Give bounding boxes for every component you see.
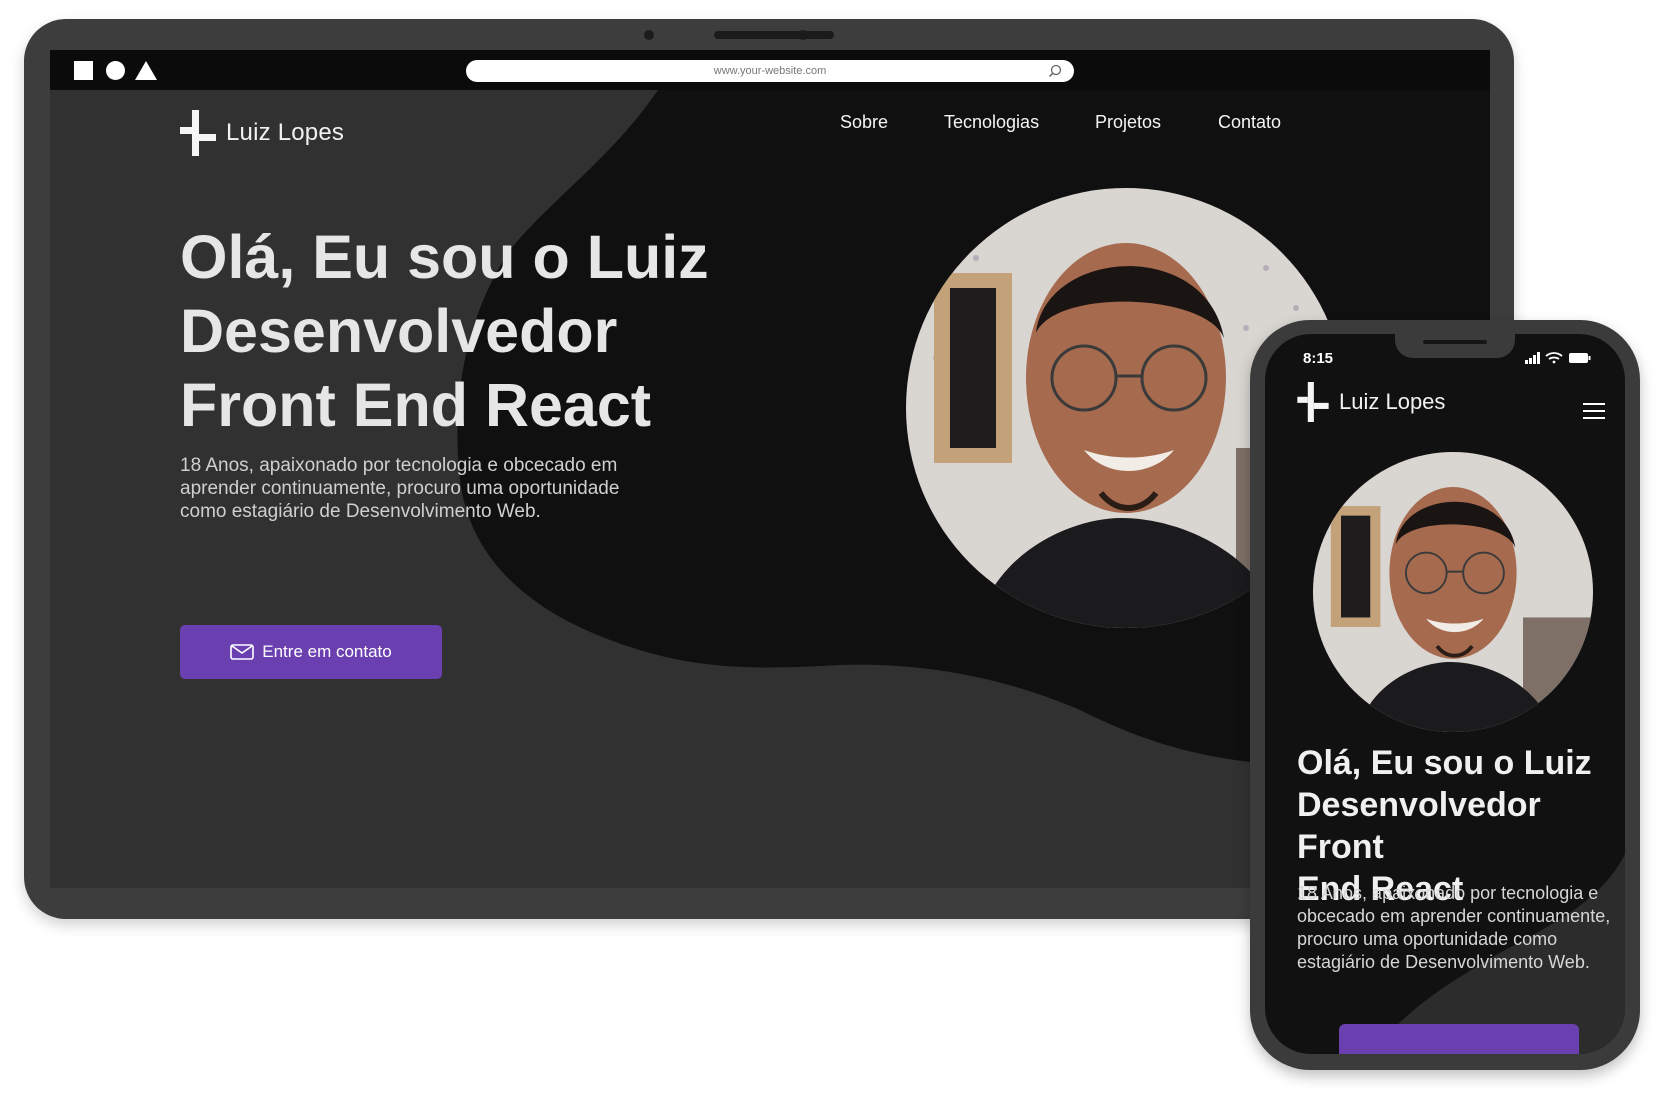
wifi-icon <box>1545 352 1563 364</box>
brand-name: Luiz Lopes <box>226 119 345 146</box>
camera-bar <box>714 31 834 39</box>
mobile-hero-title-line: Desenvolvedor Front <box>1297 786 1541 866</box>
camera-dot <box>644 30 654 40</box>
mobile-profile-photo <box>1313 452 1593 732</box>
browser-bar: www.your-website.com <box>50 50 1490 90</box>
nav-item-tecnologias[interactable]: Tecnologias <box>944 112 1039 133</box>
nav-item-contato[interactable]: Contato <box>1218 112 1281 133</box>
hero-title-line: Olá, Eu sou o Luiz <box>180 223 709 291</box>
hero-description: 18 Anos, apaixonado por tecnologia e obc… <box>180 455 620 522</box>
brand-logo[interactable]: Luiz Lopes <box>180 110 344 156</box>
hero-title-line: Desenvolvedor <box>180 297 618 365</box>
battery-icon <box>1569 353 1591 363</box>
speaker-bar <box>1423 340 1487 344</box>
mobile-hero-title-line: Olá, Eu sou o Luiz <box>1297 744 1592 782</box>
contact-button-label: Entre em contato <box>262 642 392 661</box>
url-text: www.your-website.com <box>713 65 827 77</box>
status-icons <box>1525 351 1591 369</box>
logo-mark-icon <box>1297 382 1329 422</box>
signal-icon <box>1525 352 1540 364</box>
mobile-contact-button[interactable] <box>1339 1024 1579 1054</box>
nav-item-sobre[interactable]: Sobre <box>840 112 888 133</box>
square-shape-icon <box>74 61 93 80</box>
address-bar[interactable]: www.your-website.com <box>466 60 1074 82</box>
logo-mark-icon <box>180 110 216 156</box>
camera-dot <box>798 30 808 40</box>
hamburger-menu-icon[interactable] <box>1583 402 1605 420</box>
mobile-brand-logo[interactable]: Luiz Lopes <box>1297 382 1445 422</box>
contact-button[interactable]: Entre em contato <box>180 625 442 679</box>
mail-icon <box>230 644 255 660</box>
mobile-brand-name: Luiz Lopes <box>1339 389 1446 414</box>
status-time: 8:15 <box>1303 350 1334 367</box>
mobile-device-frame: 8:15 Luiz Lopes Olá, Eu sou o Luiz Desen… <box>1250 320 1640 1070</box>
circle-shape-icon <box>106 61 125 80</box>
search-icon[interactable] <box>1048 64 1062 78</box>
mobile-hero-description: 18 Anos, apaixonado por tecnologia e obc… <box>1297 883 1611 972</box>
nav-item-projetos[interactable]: Projetos <box>1095 112 1161 133</box>
hero-title-line: Front End React <box>180 371 652 439</box>
hero-title: Olá, Eu sou o Luiz Desenvolvedor Front E… <box>180 220 740 442</box>
phone-notch <box>1395 334 1515 358</box>
mobile-screen: 8:15 Luiz Lopes Olá, Eu sou o Luiz Desen… <box>1265 334 1625 1054</box>
triangle-shape-icon <box>135 61 157 80</box>
